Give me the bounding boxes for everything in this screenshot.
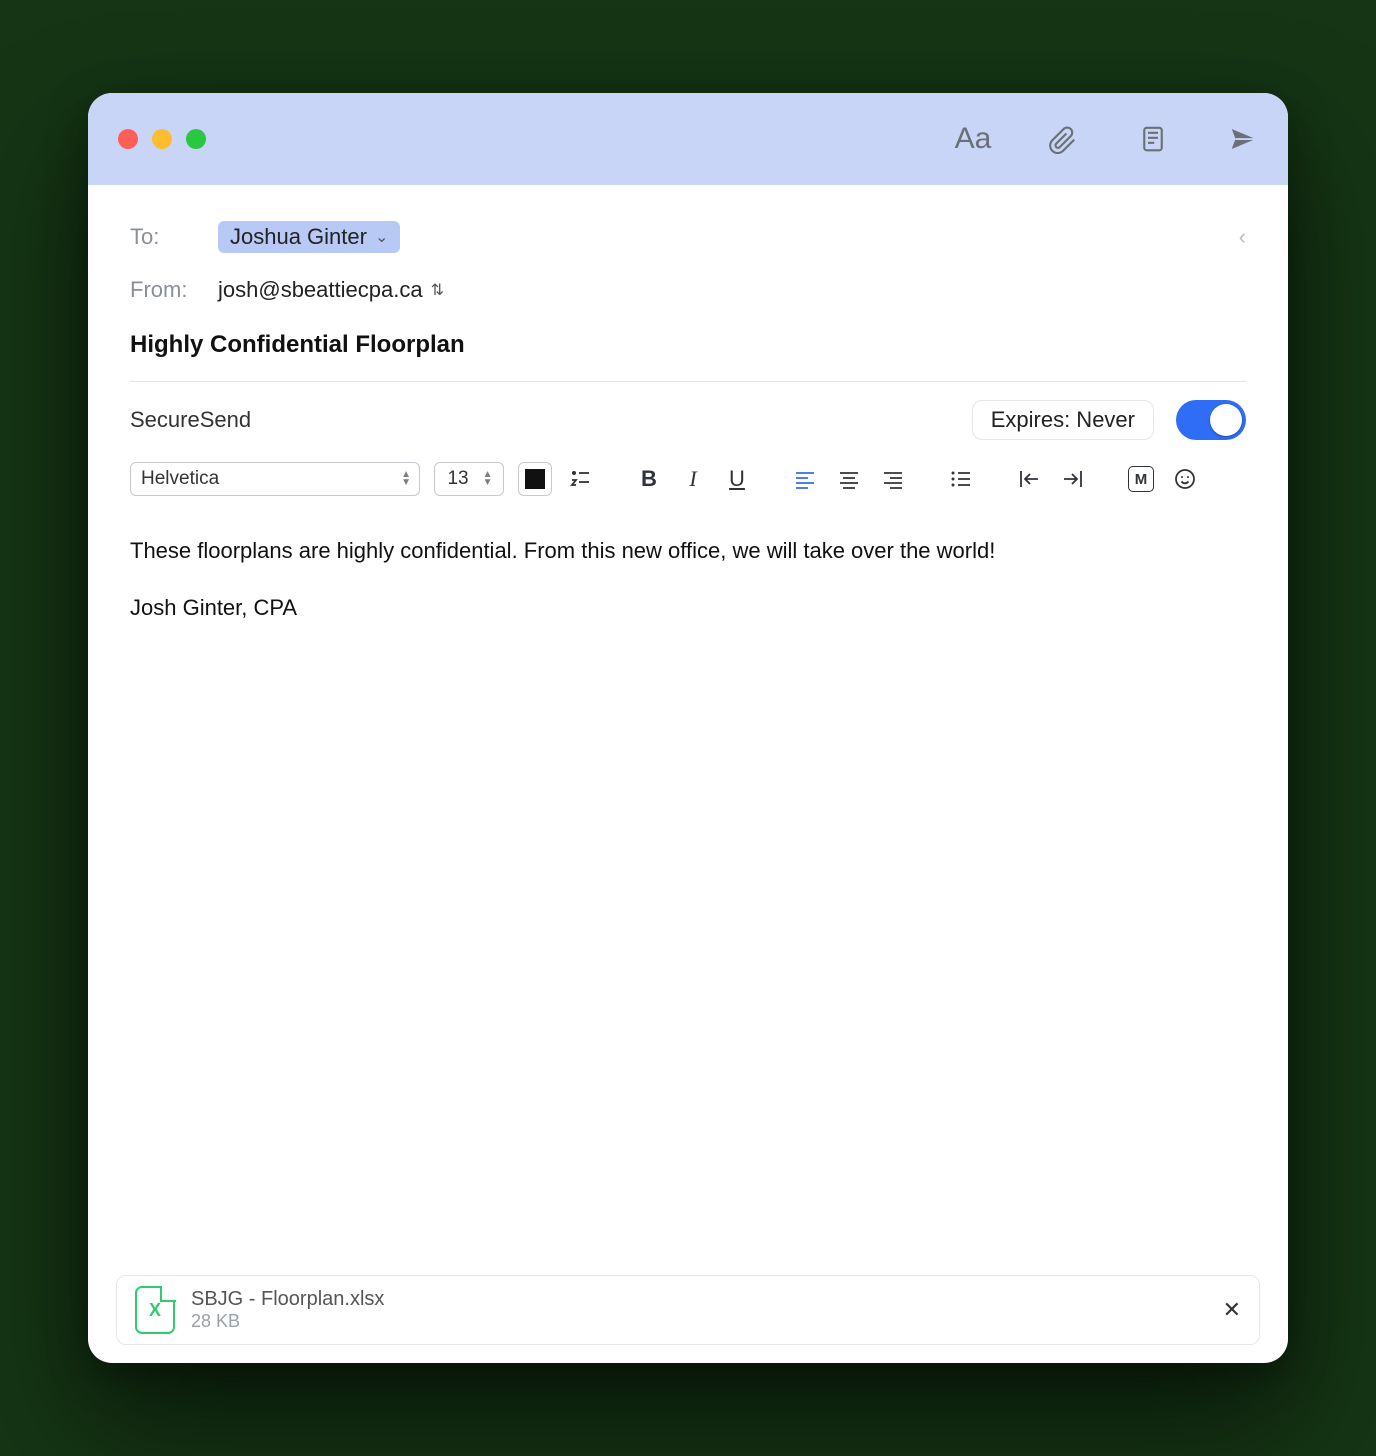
italic-button[interactable]: I [678, 464, 708, 494]
securesend-controls: Expires: Never [972, 400, 1246, 440]
body-line: These floorplans are highly confidential… [130, 534, 1246, 567]
close-window-button[interactable] [118, 129, 138, 149]
align-right-button[interactable] [878, 464, 908, 494]
updown-icon: ⇅ [431, 280, 444, 300]
updown-icon: ▲▼ [401, 471, 411, 487]
color-preview [525, 469, 545, 489]
message-body[interactable]: These floorplans are highly confidential… [88, 508, 1288, 1275]
subject-field[interactable]: Highly Confidential Floorplan [130, 321, 1246, 381]
from-address: josh@sbeattiecpa.ca [218, 277, 423, 303]
attachment-meta: SBJG - Floorplan.xlsx 28 KB [191, 1288, 384, 1332]
to-row: To: Joshua Ginter ⌄ ‹ [130, 203, 1246, 271]
chevron-down-icon: ⌄ [375, 227, 388, 247]
text-color-swatch[interactable] [518, 462, 552, 496]
attachment-name: SBJG - Floorplan.xlsx [191, 1288, 384, 1311]
from-label: From: [130, 277, 200, 303]
emoji-button[interactable] [1170, 464, 1200, 494]
titlebar-actions: Aa [958, 124, 1258, 154]
notes-icon[interactable] [1138, 124, 1168, 154]
securesend-toggle[interactable] [1176, 400, 1246, 440]
expires-selector[interactable]: Expires: Never [972, 400, 1154, 440]
font-family-select[interactable]: Helvetica ▲▼ [130, 462, 420, 496]
compose-window: Aa To: Joshua Ginter ⌄ ‹ From: josh@ [88, 93, 1288, 1363]
outdent-button[interactable] [1014, 464, 1044, 494]
send-icon[interactable] [1228, 124, 1258, 154]
bold-button[interactable]: B [634, 464, 664, 494]
align-center-button[interactable] [834, 464, 864, 494]
toggle-knob [1210, 404, 1242, 436]
recipient-name: Joshua Ginter [230, 224, 367, 250]
minimize-window-button[interactable] [152, 129, 172, 149]
markdown-button[interactable]: M [1126, 464, 1156, 494]
recipient-chip[interactable]: Joshua Ginter ⌄ [218, 221, 400, 253]
bullet-list-button[interactable] [946, 464, 976, 494]
font-family-value: Helvetica [141, 468, 219, 490]
header-fields: To: Joshua Ginter ⌄ ‹ From: josh@sbeatti… [88, 185, 1288, 462]
attachment-size: 28 KB [191, 1311, 384, 1332]
format-toolbar: Helvetica ▲▼ 13 ▲▼ B I U [88, 462, 1288, 508]
zoom-window-button[interactable] [186, 129, 206, 149]
format-toggle-button[interactable]: Aa [958, 124, 988, 154]
align-left-button[interactable] [790, 464, 820, 494]
updown-icon: ▲▼ [483, 471, 493, 487]
titlebar: Aa [88, 93, 1288, 185]
window-controls [118, 129, 206, 149]
font-size-select[interactable]: 13 ▲▼ [434, 462, 504, 496]
expand-fields-button[interactable]: ‹ [1239, 224, 1246, 250]
underline-button[interactable]: U [722, 464, 752, 494]
font-size-value: 13 [447, 468, 468, 490]
attachment-chip[interactable]: X SBJG - Floorplan.xlsx 28 KB ✕ [116, 1275, 1260, 1345]
attach-icon[interactable] [1048, 124, 1078, 154]
to-label: To: [130, 224, 200, 250]
signature-line: Josh Ginter, CPA [130, 591, 1246, 624]
remove-attachment-button[interactable]: ✕ [1223, 1297, 1241, 1323]
securesend-label: SecureSend [130, 407, 251, 433]
from-selector[interactable]: josh@sbeattiecpa.ca ⇅ [218, 277, 444, 303]
indent-button[interactable] [1058, 464, 1088, 494]
xlsx-file-icon: X [135, 1286, 175, 1334]
securesend-row: SecureSend Expires: Never [130, 382, 1246, 462]
from-row: From: josh@sbeattiecpa.ca ⇅ [130, 271, 1246, 321]
list-style-button[interactable] [566, 464, 596, 494]
file-kind-glyph: X [149, 1300, 161, 1321]
